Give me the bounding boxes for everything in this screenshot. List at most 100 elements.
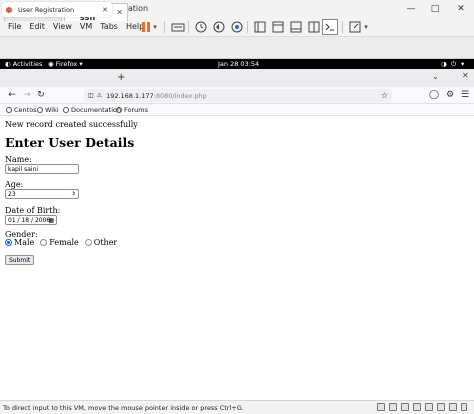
new-tab-icon[interactable]: + (117, 72, 125, 83)
hamburger-menu-icon[interactable]: ☰ (459, 88, 471, 102)
bookmark-star-icon[interactable]: ☆ (381, 91, 388, 100)
clock-icon-glyph (195, 21, 207, 33)
name-label: Name: (5, 155, 32, 164)
firefox-favicon-icon (6, 6, 12, 13)
close-icon[interactable]: ✕ (116, 8, 123, 17)
split-icon-glyph (308, 21, 320, 33)
toolbar-separator (164, 21, 165, 33)
pause-dropdown-icon[interactable]: ▾ (150, 19, 160, 35)
usb-icon[interactable] (413, 403, 421, 411)
globe-icon (63, 107, 69, 113)
browser-tab-title: User Registration (18, 5, 75, 14)
gender-radio-other[interactable] (84, 239, 92, 246)
bookmark-label: Wiki (45, 106, 59, 114)
gnome-top-bar: ◐ Activities ◉ Firefox ▾ Jan 28 03:54 ◑ … (0, 59, 474, 69)
not-secure-lock-icon[interactable]: ⚠ (97, 92, 102, 99)
system-menu-chevron-icon[interactable]: ▾ (461, 60, 464, 68)
back-arrow-icon[interactable]: ← (6, 88, 18, 102)
hard-disk-icon[interactable] (377, 403, 385, 411)
bookmark-wiki[interactable]: Wiki (37, 106, 59, 114)
display-icon[interactable] (437, 403, 445, 411)
bookmark-label: Forums (124, 106, 148, 114)
pocket-icon[interactable]: ◯ (428, 88, 440, 102)
activities-button[interactable]: ◐ Activities (5, 60, 42, 68)
bookmark-centos[interactable]: Centos (6, 106, 37, 114)
clock[interactable]: Jan 28 03:54 (218, 60, 259, 68)
power-icon[interactable]: ⏻ (451, 60, 456, 69)
url-host: 192.168.1.177 (106, 91, 154, 100)
app-menu[interactable]: ◉ Firefox ▾ (48, 60, 83, 68)
snapshot-manager-icon[interactable] (229, 19, 245, 35)
url-bar[interactable]: ◫ ⚠ 192.168.1.177:8080/index.php ☆ (84, 89, 392, 102)
cd-drive-icon[interactable] (389, 403, 397, 411)
gender-option-label: Male (14, 238, 35, 247)
maximize-button[interactable]: □ (424, 0, 446, 17)
bookmark-label: Centos (14, 106, 37, 114)
manager-icon-glyph (231, 21, 243, 33)
app-menu-label: Firefox (55, 60, 78, 68)
age-value: 23 (8, 190, 16, 198)
send-ctrl-alt-del-icon[interactable] (170, 19, 186, 35)
sound-icon[interactable] (425, 403, 433, 411)
keyboard-icon-glyph (171, 23, 185, 32)
reload-icon[interactable]: ↻ (35, 88, 47, 102)
globe-icon (37, 107, 43, 113)
page-heading: Enter User Details (5, 135, 135, 150)
console-view-icon[interactable] (270, 19, 286, 35)
activities-label: Activities (12, 60, 43, 68)
snapshot-icon[interactable] (193, 19, 209, 35)
bookmark-label: Documentation (71, 106, 122, 114)
fullscreen-dropdown-icon[interactable]: ▾ (361, 19, 371, 35)
panel-icon-glyph (254, 21, 266, 33)
globe-icon (116, 107, 122, 113)
minimize-button[interactable]: — (400, 0, 422, 17)
age-input[interactable]: 23 ⇕ (5, 189, 79, 199)
sidebar-toggle-icon[interactable] (252, 19, 268, 35)
calendar-icon[interactable]: ▦ (48, 217, 54, 224)
revert-snapshot-icon[interactable] (211, 19, 227, 35)
gender-radio-male[interactable] (5, 239, 12, 246)
forward-arrow-icon[interactable]: → (21, 88, 33, 102)
close-tab-icon[interactable]: ✕ (102, 6, 108, 14)
name-input[interactable]: kapil saini (5, 164, 79, 174)
terminal-icon-glyph (325, 23, 334, 31)
network-adapter-icon[interactable] (401, 403, 409, 411)
close-window-button[interactable]: ✕ (450, 0, 472, 17)
stepper-icon[interactable]: ⇕ (72, 191, 76, 197)
thumbnail-view-icon[interactable] (288, 19, 304, 35)
url-path: :8080/index.php (153, 91, 207, 100)
dob-value: 01 / 18 / 2006 (8, 216, 51, 224)
browser-tab-user-registration[interactable]: User Registration ✕ (2, 2, 112, 17)
list-tabs-chevron-icon[interactable]: ⌄ (432, 72, 439, 81)
extensions-icon[interactable]: ⚙ (444, 88, 456, 102)
revert-icon-glyph (213, 21, 225, 33)
shield-icon[interactable]: ◫ (88, 92, 94, 99)
printer-icon[interactable] (449, 403, 457, 411)
dob-input[interactable]: 01 / 18 / 2006 ▦ (5, 215, 57, 225)
gender-radio-group: Male Female Other (5, 238, 123, 247)
vm-tab-strip (0, 37, 474, 59)
bookmarks-bar: Centos Wiki Documentation Forums (0, 104, 474, 116)
menu-tabs[interactable]: Tabs (100, 22, 118, 31)
toolbar-separator (188, 21, 189, 33)
status-text: To direct input to this VM, move the mou… (3, 403, 244, 412)
menu-edit[interactable]: Edit (29, 22, 45, 31)
gender-radio-female[interactable] (40, 239, 48, 246)
dob-label: Date of Birth: (5, 206, 61, 215)
message-log-icon[interactable] (461, 403, 467, 411)
bookmark-forums[interactable]: Forums (116, 106, 148, 114)
submit-button[interactable]: Submit (5, 255, 35, 265)
fullscreen-icon-glyph (349, 21, 361, 33)
success-message: New record created successfully (5, 120, 138, 129)
close-browser-icon[interactable]: ✕ (462, 71, 469, 80)
terminal-icon[interactable] (322, 19, 338, 35)
menu-vm[interactable]: VM (80, 22, 92, 31)
bookmark-documentation[interactable]: Documentation (63, 106, 121, 114)
age-label: Age: (5, 180, 24, 189)
gender-option-label: Female (49, 238, 79, 247)
menu-view[interactable]: View (53, 22, 72, 31)
split-view-icon[interactable] (306, 19, 322, 35)
network-icon[interactable]: ◑ (441, 60, 447, 68)
firefox-tab-strip (0, 69, 474, 87)
menu-file[interactable]: File (8, 22, 21, 31)
